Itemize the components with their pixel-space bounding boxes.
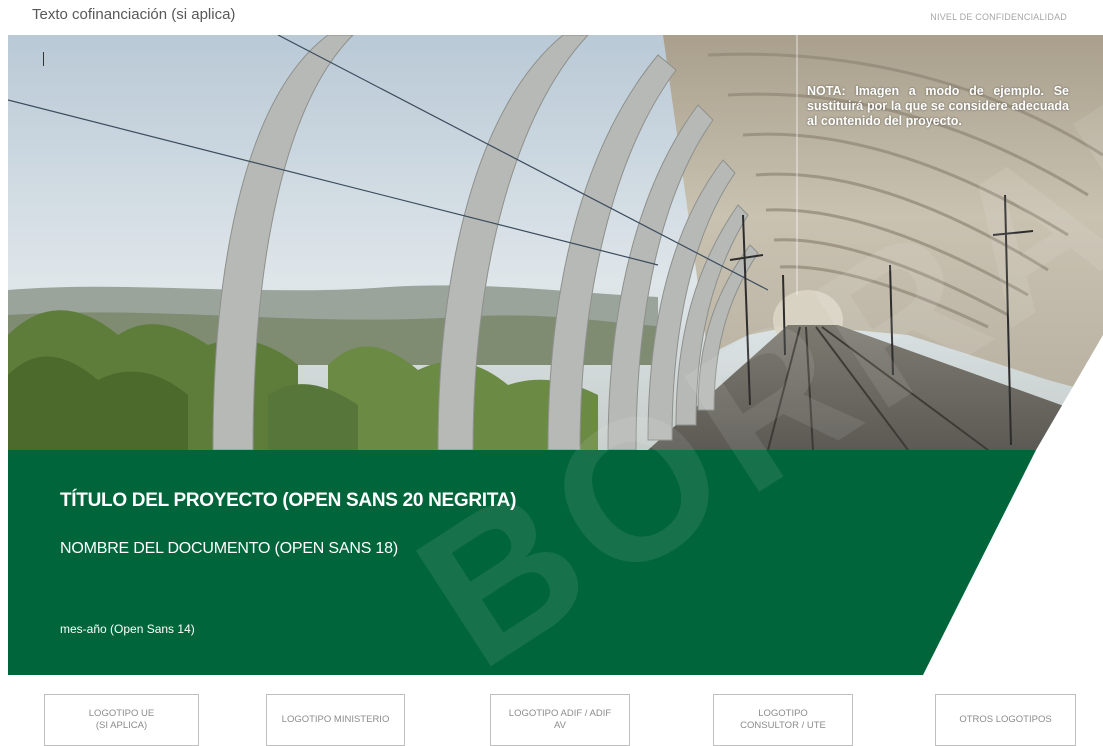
text-cursor: [43, 52, 44, 66]
logo-adif-label: LOGOTIPO ADIF / ADIF AV: [508, 708, 612, 731]
document-name: NOMBRE DEL DOCUMENTO (OPEN SANS 18): [60, 540, 398, 557]
logo-adif: LOGOTIPO ADIF / ADIF AV: [490, 694, 630, 746]
image-note: NOTA: Imagen a modo de ejemplo. Se susti…: [807, 84, 1069, 128]
logo-others: OTROS LOGOTIPOS: [935, 694, 1076, 746]
confidentiality-level: NIVEL DE CONFIDENCIALIDAD: [930, 12, 1067, 22]
cover-image: [8, 35, 1103, 675]
cover-area: [8, 35, 1103, 675]
document-date: mes-año (Open Sans 14): [60, 622, 195, 636]
project-title: TÍTULO DEL PROYECTO (OPEN SANS 20 NEGRIT…: [60, 490, 517, 511]
logo-consultant: LOGOTIPO CONSULTOR / UTE: [713, 694, 853, 746]
logo-consultant-label: LOGOTIPO CONSULTOR / UTE: [740, 708, 826, 731]
logo-eu: LOGOTIPO UE (SI APLICA): [44, 694, 199, 746]
logo-others-label: OTROS LOGOTIPOS: [959, 714, 1052, 725]
green-band: [8, 450, 1036, 675]
logo-ministry: LOGOTIPO MINISTERIO: [266, 694, 405, 746]
logo-eu-label: LOGOTIPO UE (SI APLICA): [88, 708, 155, 731]
cofinancing-text: Texto cofinanciación (si aplica): [32, 6, 236, 23]
logo-ministry-label: LOGOTIPO MINISTERIO: [281, 714, 390, 725]
